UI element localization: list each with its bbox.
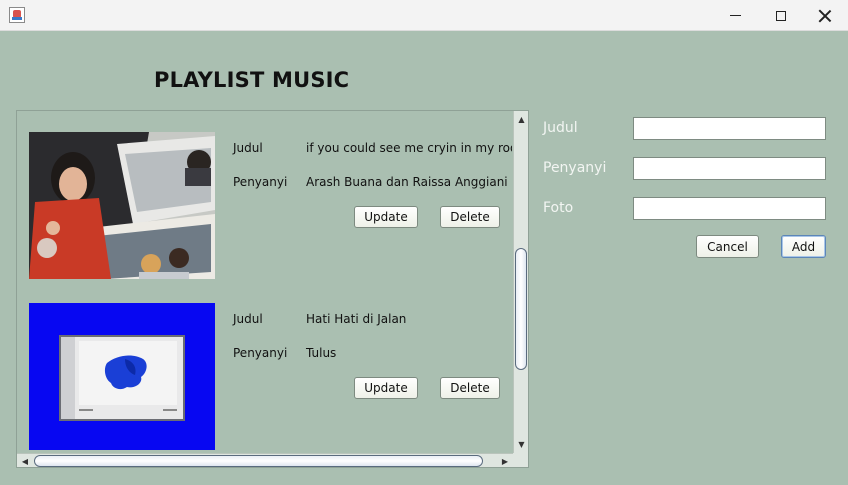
update-button[interactable]: Update (354, 206, 418, 228)
close-icon (818, 9, 832, 23)
page-title: PLAYLIST MUSIC (154, 68, 350, 92)
window-titlebar (0, 0, 848, 31)
song-title: Hati Hati di Jalan (306, 312, 407, 326)
close-button[interactable] (802, 0, 848, 31)
cancel-button[interactable]: Cancel (696, 235, 759, 258)
song-artist: Arash Buana dan Raissa Anggiani (306, 175, 508, 189)
judul-input[interactable] (633, 117, 826, 140)
delete-button[interactable]: Delete (440, 377, 500, 399)
album-cover-image (29, 132, 215, 279)
photo-collage-image (29, 132, 215, 279)
add-button[interactable]: Add (781, 235, 826, 258)
penyanyi-input[interactable] (633, 157, 826, 180)
foto-field-label: Foto (543, 200, 574, 216)
java-app-icon (9, 7, 25, 23)
minimize-button[interactable] (712, 0, 758, 31)
judul-field-label: Judul (543, 120, 578, 136)
playlist-item: Judul if you could see me cryin in my ro… (17, 132, 512, 292)
playlist-list: Judul if you could see me cryin in my ro… (17, 111, 512, 453)
scroll-corner (513, 453, 528, 467)
playlist-scroll-panel[interactable]: Judul if you could see me cryin in my ro… (16, 110, 529, 468)
penyanyi-label: Penyanyi (233, 175, 288, 189)
maximize-icon (776, 10, 786, 21)
judul-label: Judul (233, 141, 263, 155)
album-cover-image (29, 303, 215, 450)
playlist-item: Judul Hati Hati di Jalan Penyanyi Tulus … (17, 303, 512, 453)
penyanyi-field-label: Penyanyi (543, 160, 607, 176)
penyanyi-label: Penyanyi (233, 346, 288, 360)
judul-label: Judul (233, 312, 263, 326)
vertical-scroll-thumb[interactable] (515, 248, 527, 370)
blue-album-art-image (29, 303, 215, 450)
scroll-right-arrow-icon[interactable]: ▶ (498, 454, 512, 467)
delete-button[interactable]: Delete (440, 206, 500, 228)
maximize-button[interactable] (758, 0, 804, 31)
song-title: if you could see me cryin in my room (306, 141, 512, 155)
scroll-up-arrow-icon[interactable]: ▲ (514, 112, 528, 126)
horizontal-scrollbar[interactable]: ◀ ▶ (17, 453, 513, 467)
update-button[interactable]: Update (354, 377, 418, 399)
song-artist: Tulus (306, 346, 337, 360)
foto-input[interactable] (633, 197, 826, 220)
horizontal-scroll-thumb[interactable] (34, 455, 483, 467)
scroll-down-arrow-icon[interactable]: ▼ (514, 437, 528, 451)
minimize-icon (729, 15, 741, 16)
scroll-left-arrow-icon[interactable]: ◀ (18, 454, 32, 467)
vertical-scrollbar[interactable]: ▲ ▼ (513, 111, 528, 453)
